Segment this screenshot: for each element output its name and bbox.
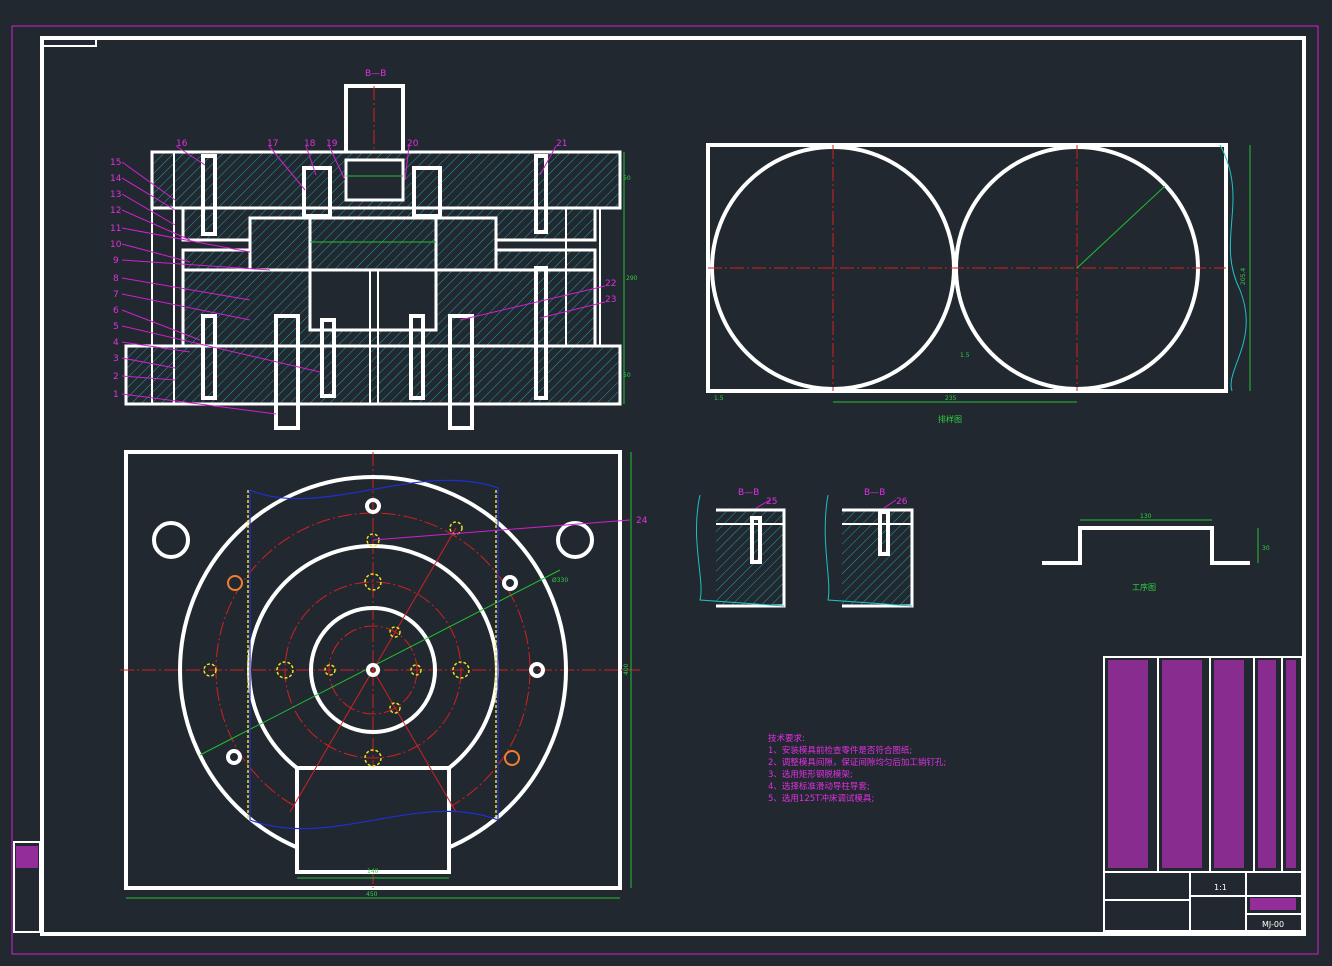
svg-text:6: 6 (113, 306, 119, 316)
svg-text:235: 235 (945, 395, 957, 402)
svg-text:20: 20 (407, 139, 419, 149)
svg-text:1: 1 (113, 390, 119, 400)
svg-text:23: 23 (605, 295, 616, 305)
svg-text:4、选择标准滑动导柱导套;: 4、选择标准滑动导柱导套; (768, 781, 870, 792)
svg-text:16: 16 (176, 139, 188, 149)
svg-text:5、选用125T冲床调试模具;: 5、选用125T冲床调试模具; (768, 793, 874, 804)
svg-text:24: 24 (636, 516, 648, 526)
tech-requirements: 技术要求: 1、安装模具前检查零件是否符合图纸; 2、调整模具间隙，保证间隙均匀… (768, 733, 946, 804)
stripper-left (181, 248, 252, 272)
svg-text:MJ-00: MJ-00 (1262, 920, 1284, 929)
svg-text:2: 2 (113, 372, 119, 382)
bill-of-materials (1103, 656, 1303, 932)
svg-text:26: 26 (896, 497, 908, 507)
svg-text:B—B: B—B (864, 488, 885, 498)
svg-text:3、选用矩形钢脱模架;: 3、选用矩形钢脱模架; (768, 769, 853, 780)
revision-strip (13, 841, 41, 933)
strip-layout: 205.4 235 1.5 1.5 排样图 (706, 143, 1251, 424)
svg-text:15: 15 (110, 158, 121, 168)
detail-view-right: B—B 26 (824, 488, 914, 608)
svg-text:290: 290 (626, 275, 638, 282)
svg-text:1.5: 1.5 (714, 395, 724, 402)
svg-text:12: 12 (110, 206, 121, 216)
section-view: B—B 290 50 50 15 14 13 12 11 10 9 8 7 6 … (110, 69, 638, 430)
svg-text:13: 13 (110, 190, 121, 200)
svg-text:205.4: 205.4 (1240, 268, 1247, 285)
svg-text:9: 9 (113, 256, 119, 266)
part-numbers-left: 15 14 13 12 11 10 9 8 7 6 5 4 3 2 1 (110, 158, 122, 400)
workpiece-view: 130 30 工序图 (1042, 513, 1270, 592)
detail-view-left: B—B 25 (695, 488, 786, 608)
svg-text:1、安装模具前检查零件是否符合图纸;: 1、安装模具前检查零件是否符合图纸; (768, 745, 912, 756)
svg-text:B—B: B—B (738, 488, 759, 498)
svg-text:17: 17 (267, 139, 278, 149)
svg-text:30: 30 (1262, 545, 1270, 552)
svg-text:技术要求:: 技术要求: (768, 733, 805, 744)
svg-text:140: 140 (367, 868, 379, 875)
svg-text:25: 25 (766, 497, 777, 507)
svg-text:4: 4 (113, 338, 119, 348)
workpiece-title: 工序图 (1132, 582, 1156, 592)
layout-title: 排样图 (938, 414, 962, 424)
svg-text:10: 10 (110, 240, 122, 250)
svg-text:21: 21 (556, 139, 567, 149)
title-block: 1:1 MJ-00 (1104, 872, 1302, 931)
section-label: B—B (365, 69, 386, 79)
cad-drawing: B—B 290 50 50 15 14 13 12 11 10 9 8 7 6 … (11, 25, 1319, 955)
svg-text:18: 18 (304, 139, 316, 149)
punch-center (308, 216, 438, 272)
workpiece-profile (1042, 526, 1250, 565)
svg-text:14: 14 (110, 174, 122, 184)
svg-text:7: 7 (113, 290, 119, 300)
svg-text:1:1: 1:1 (1214, 883, 1227, 892)
svg-text:3: 3 (113, 354, 119, 364)
svg-text:11: 11 (110, 224, 121, 234)
svg-text:50: 50 (623, 175, 631, 182)
svg-text:5: 5 (113, 322, 119, 332)
svg-text:22: 22 (605, 279, 616, 289)
svg-text:8: 8 (113, 274, 119, 284)
svg-text:Ø330: Ø330 (552, 577, 568, 584)
svg-text:50: 50 (623, 372, 631, 379)
plan-view: 450 400 140 Ø330 24 (120, 450, 648, 899)
svg-text:19: 19 (326, 139, 338, 149)
svg-text:2、调整模具间隙，保证间隙均匀后加工销钉孔;: 2、调整模具间隙，保证间隙均匀后加工销钉孔; (768, 757, 946, 768)
svg-text:400: 400 (623, 663, 630, 675)
svg-text:450: 450 (366, 891, 378, 898)
svg-text:1.5: 1.5 (960, 352, 970, 359)
svg-text:130: 130 (1140, 513, 1152, 520)
